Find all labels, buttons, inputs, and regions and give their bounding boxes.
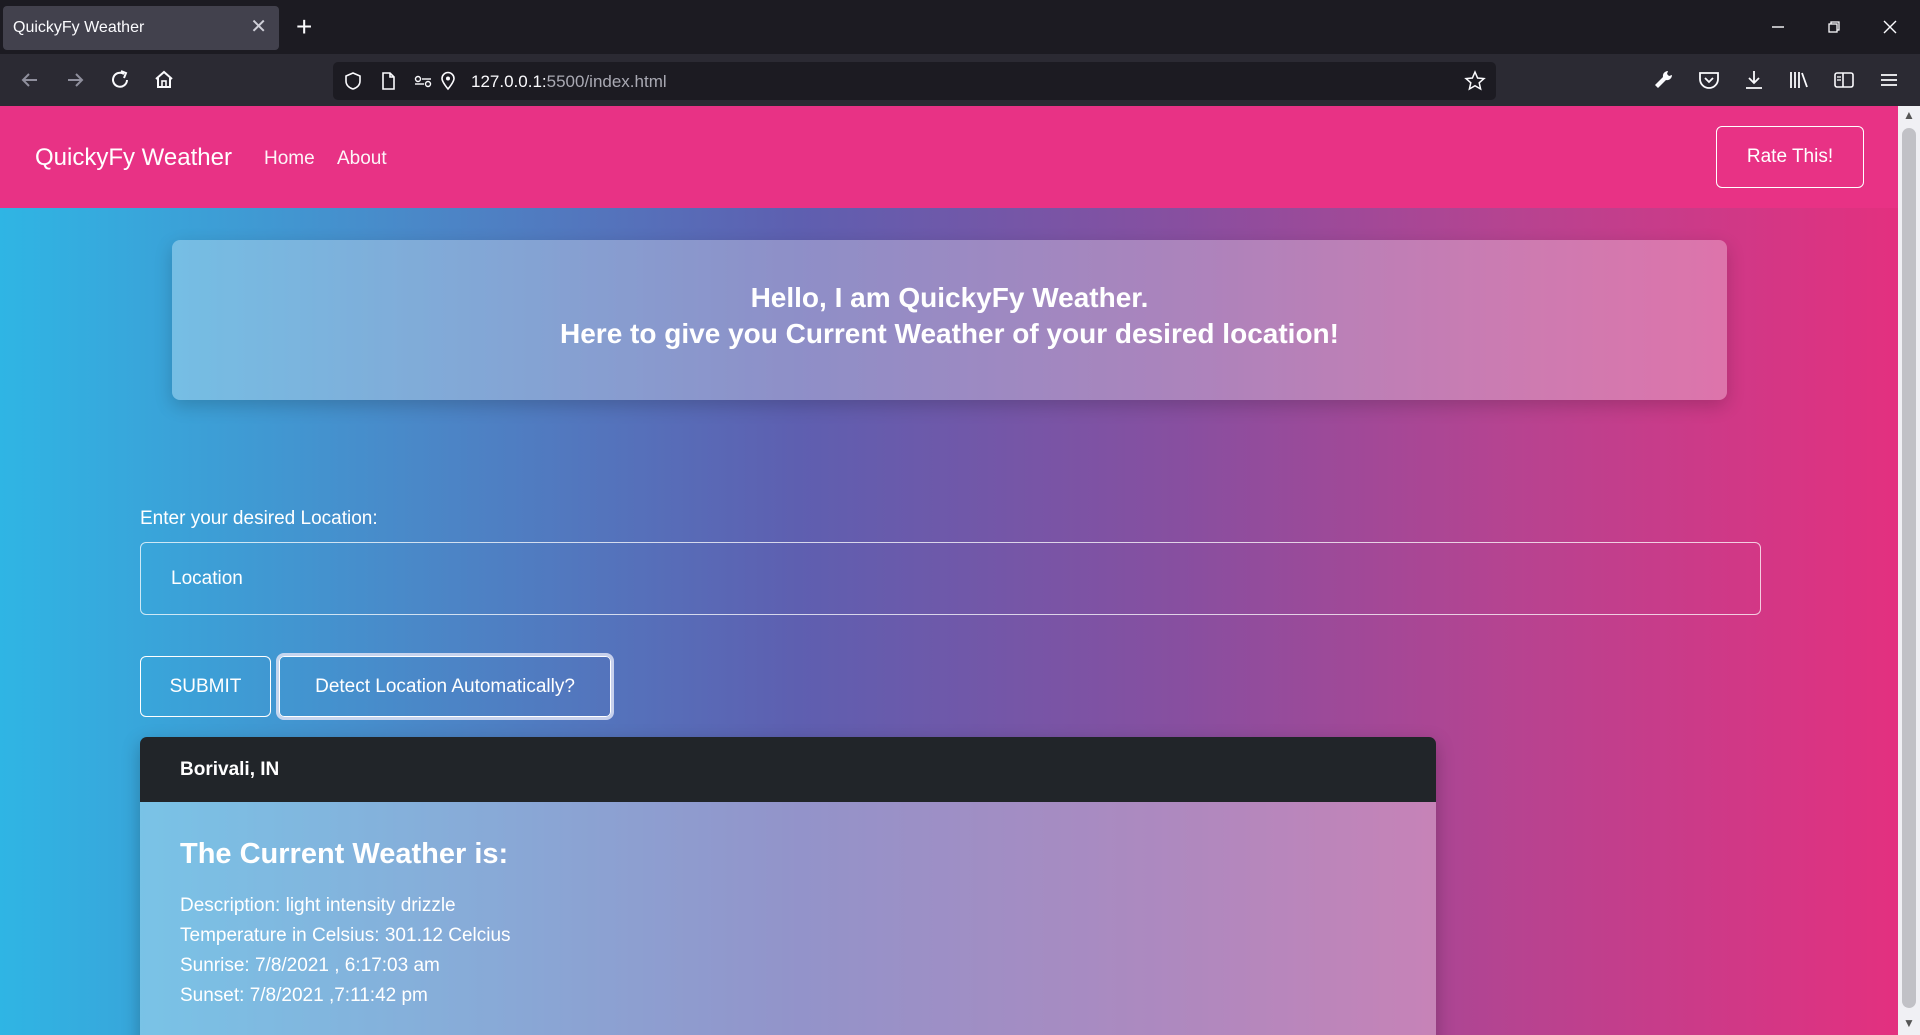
minimize-icon[interactable] xyxy=(1763,12,1793,42)
page-scrollbar[interactable]: ▲ ▼ xyxy=(1898,106,1920,1035)
weather-sunrise: Sunrise: 7/8/2021 , 6:17:03 am xyxy=(180,955,440,976)
scroll-thumb[interactable] xyxy=(1902,128,1916,1008)
site-navbar: QuickyFy Weather Home About Rate This! xyxy=(0,106,1898,208)
tab-close-icon[interactable]: ✕ xyxy=(250,15,267,39)
intro-line-2: Here to give you Current Weather of your… xyxy=(560,318,1339,349)
bookmark-star-icon[interactable] xyxy=(1464,70,1486,92)
weather-card-location: Borivali, IN xyxy=(140,737,1436,802)
url-path: 5500/index.html xyxy=(546,72,667,91)
nav-link-home[interactable]: Home xyxy=(264,148,315,170)
weather-card-body: The Current Weather is: Description: lig… xyxy=(140,802,1436,1035)
scroll-up-icon[interactable]: ▲ xyxy=(1902,108,1916,122)
nav-link-about[interactable]: About xyxy=(337,148,387,170)
download-icon[interactable] xyxy=(1741,67,1767,93)
restore-icon[interactable] xyxy=(1819,12,1849,42)
weather-description: Description: light intensity drizzle xyxy=(180,895,456,916)
pocket-icon[interactable] xyxy=(1696,67,1722,93)
rate-button[interactable]: Rate This! xyxy=(1716,126,1864,188)
url-text[interactable]: 127.0.0.1:5500/index.html xyxy=(471,72,667,92)
sidebar-icon[interactable] xyxy=(1831,67,1857,93)
scroll-down-icon[interactable]: ▼ xyxy=(1902,1016,1916,1030)
forward-icon[interactable] xyxy=(62,67,88,93)
back-icon[interactable] xyxy=(17,67,43,93)
shield-icon[interactable] xyxy=(343,71,363,91)
reload-icon[interactable] xyxy=(107,67,133,93)
intro-banner: Hello, I am QuickyFy Weather. Here to gi… xyxy=(172,240,1727,400)
weather-card-title: The Current Weather is: xyxy=(180,838,509,870)
home-icon[interactable] xyxy=(151,67,177,93)
address-bar[interactable]: 127.0.0.1:5500/index.html xyxy=(333,62,1496,100)
page-viewport: QuickyFy Weather Home About Rate This! H… xyxy=(0,106,1898,1035)
location-label: Enter your desired Location: xyxy=(140,508,378,529)
permissions-icon[interactable] xyxy=(413,71,433,91)
page-icon[interactable] xyxy=(378,71,398,91)
menu-icon[interactable] xyxy=(1876,67,1902,93)
submit-button[interactable]: SUBMIT xyxy=(140,656,271,717)
tab-title: QuickyFy Weather xyxy=(13,19,145,36)
weather-card: Borivali, IN The Current Weather is: Des… xyxy=(140,737,1436,1035)
library-icon[interactable] xyxy=(1786,67,1812,93)
new-tab-icon[interactable]: + xyxy=(296,12,312,42)
detect-location-button[interactable]: Detect Location Automatically? xyxy=(276,653,614,720)
location-pin-icon[interactable] xyxy=(438,71,458,91)
browser-tab-bar: QuickyFy Weather ✕ + xyxy=(0,0,1920,54)
browser-toolbar: 127.0.0.1:5500/index.html xyxy=(0,54,1920,106)
wrench-icon[interactable] xyxy=(1651,67,1677,93)
weather-temperature: Temperature in Celsius: 301.12 Celcius xyxy=(180,925,511,946)
url-host: 127.0.0.1: xyxy=(471,72,547,91)
weather-sunset: Sunset: 7/8/2021 ,7:11:42 pm xyxy=(180,985,428,1006)
location-input[interactable] xyxy=(140,542,1761,615)
browser-tab[interactable]: QuickyFy Weather ✕ xyxy=(3,6,279,50)
intro-line-1: Hello, I am QuickyFy Weather. xyxy=(750,282,1149,313)
site-brand[interactable]: QuickyFy Weather xyxy=(35,144,232,172)
close-window-icon[interactable] xyxy=(1875,12,1905,42)
